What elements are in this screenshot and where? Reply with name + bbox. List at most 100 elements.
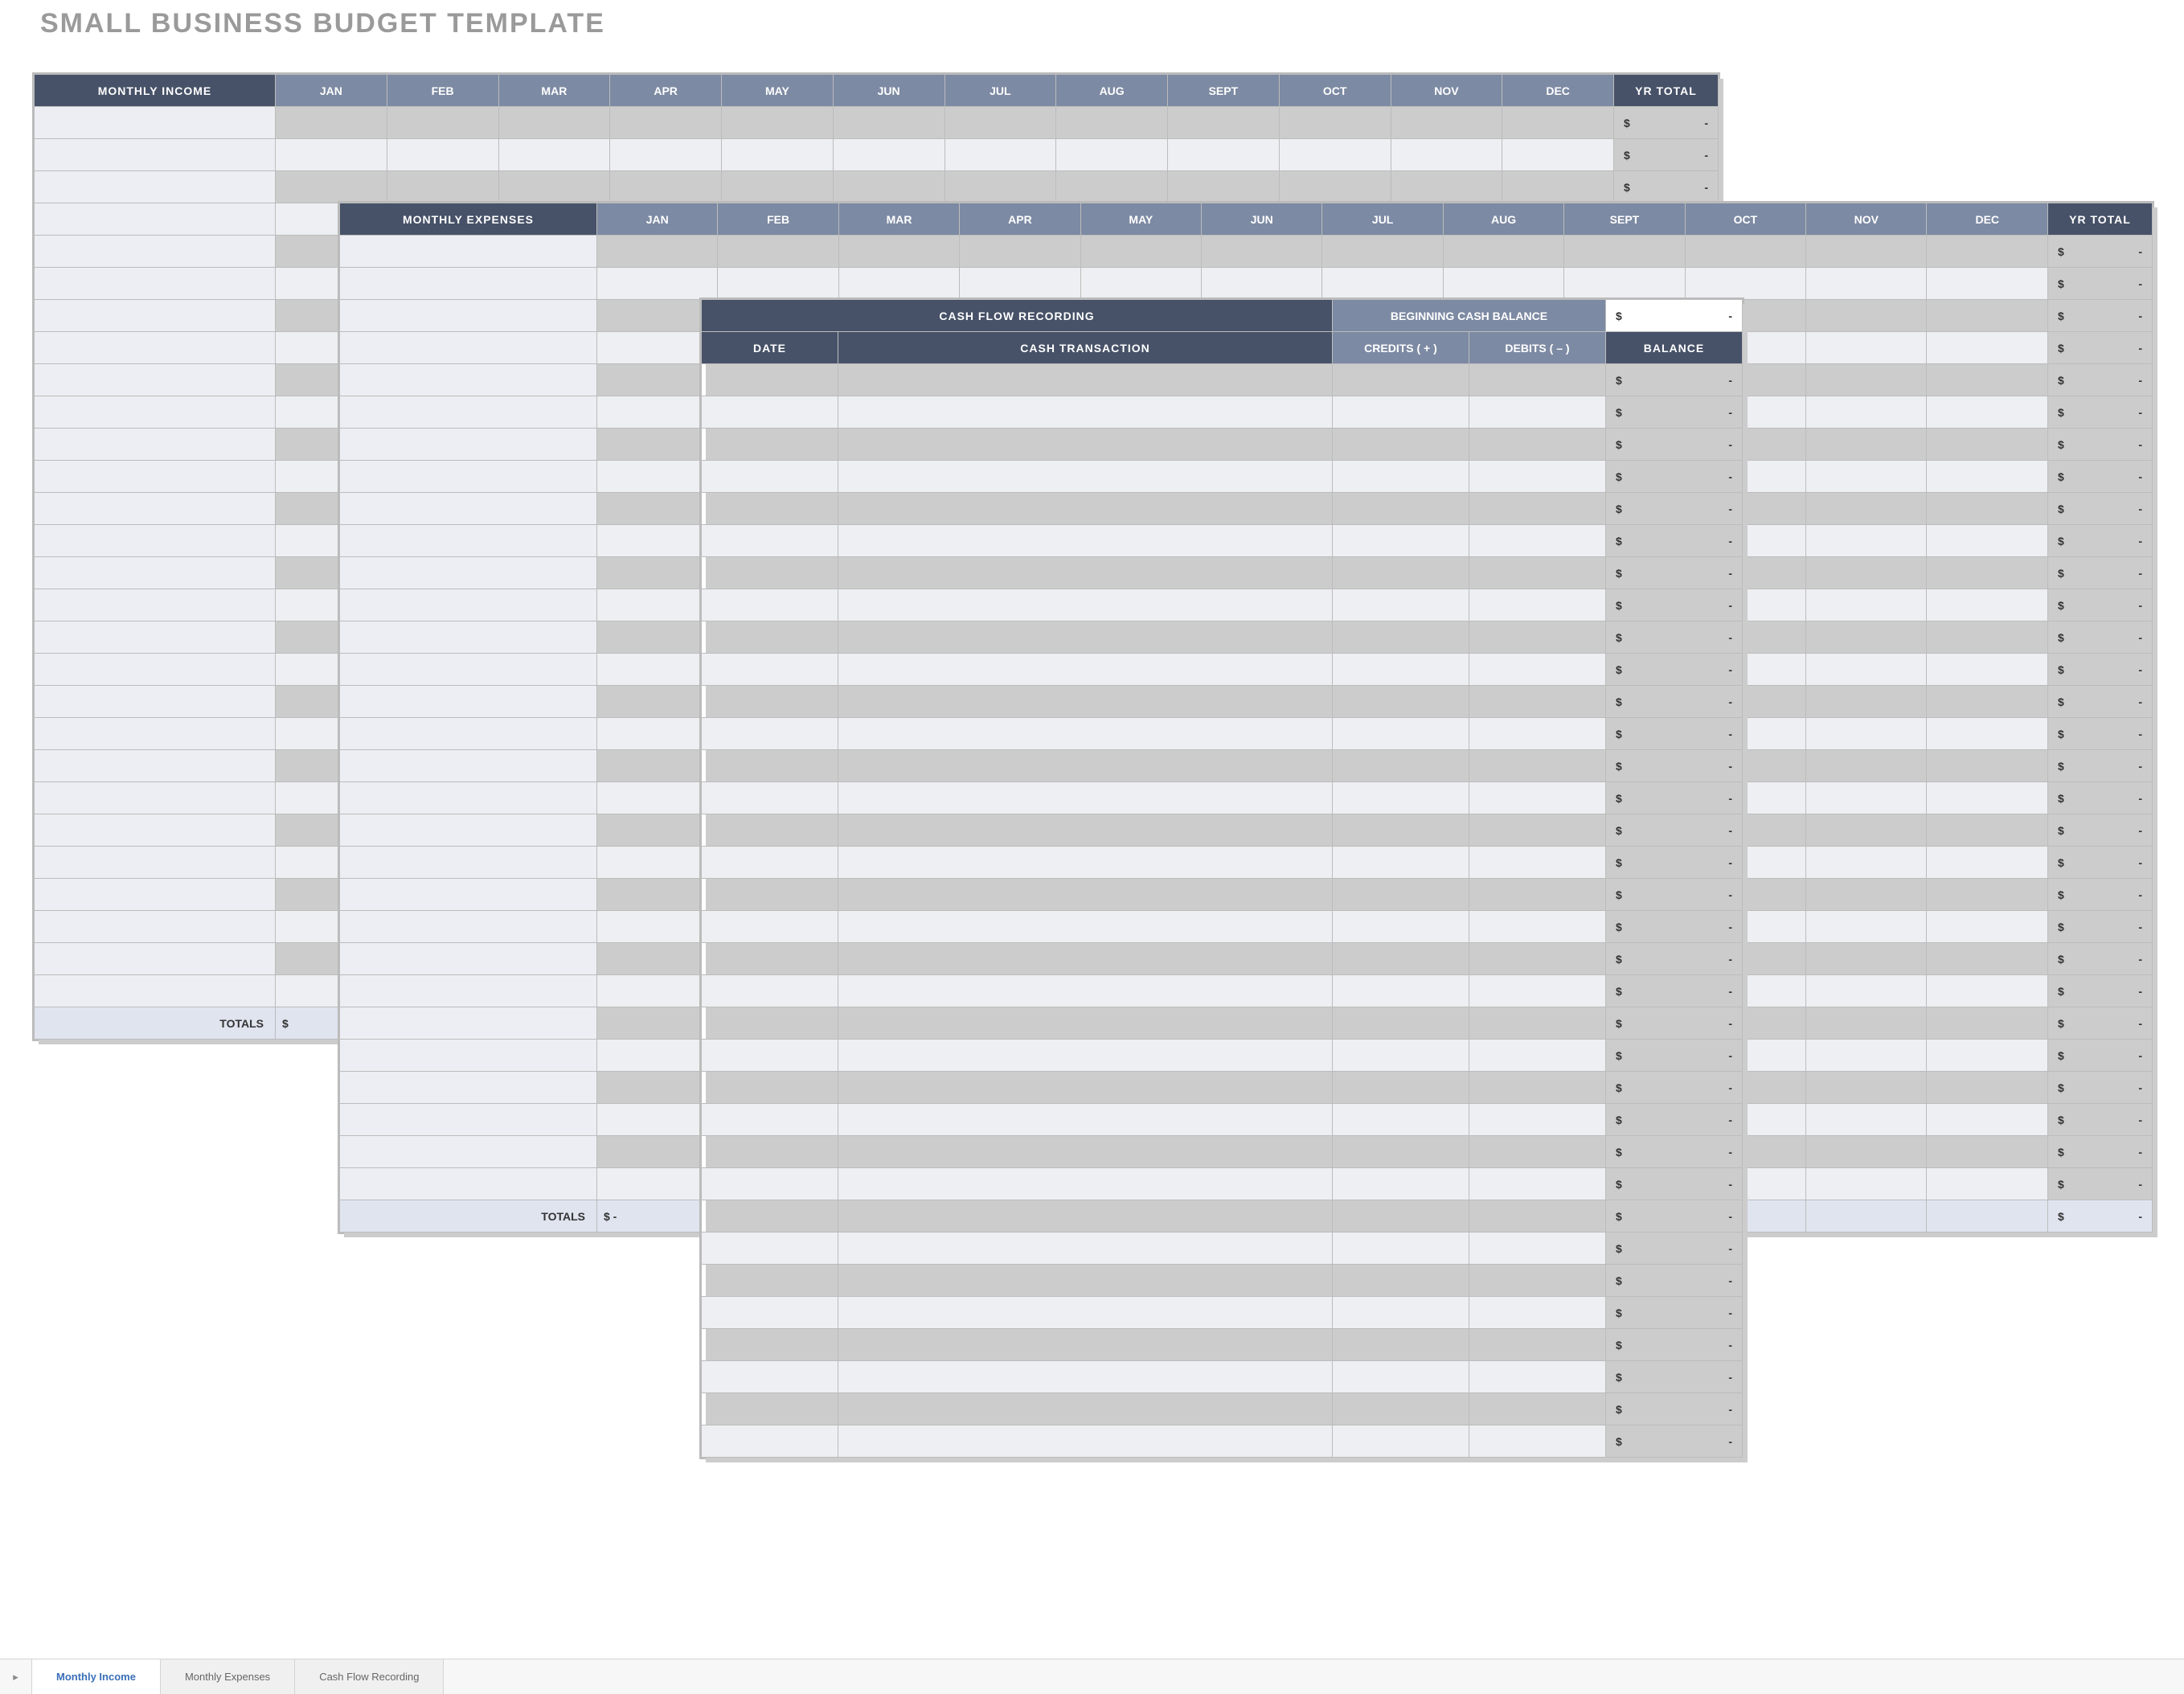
- row-label-cell[interactable]: [35, 332, 276, 364]
- transaction-cell[interactable]: [838, 1265, 1333, 1297]
- data-cell[interactable]: [718, 268, 838, 300]
- data-cell[interactable]: [722, 107, 834, 139]
- row-label-cell[interactable]: [35, 750, 276, 782]
- data-cell[interactable]: [1927, 493, 2048, 525]
- data-cell[interactable]: [833, 171, 944, 203]
- debit-cell[interactable]: [1469, 943, 1605, 975]
- tab-cash-flow-recording[interactable]: Cash Flow Recording: [295, 1659, 444, 1694]
- debit-cell[interactable]: [1469, 1168, 1605, 1200]
- data-cell[interactable]: [1927, 782, 2048, 814]
- data-cell[interactable]: [1927, 1168, 2048, 1200]
- credit-cell[interactable]: [1332, 429, 1469, 461]
- data-cell[interactable]: [944, 107, 1056, 139]
- credit-cell[interactable]: [1332, 1072, 1469, 1104]
- credit-cell[interactable]: [1332, 557, 1469, 589]
- credit-cell[interactable]: [1332, 364, 1469, 396]
- transaction-cell[interactable]: [838, 557, 1333, 589]
- data-cell[interactable]: [838, 236, 959, 268]
- row-label-cell[interactable]: [35, 203, 276, 236]
- data-cell[interactable]: [1806, 1072, 1927, 1104]
- data-cell[interactable]: [1927, 1104, 2048, 1136]
- transaction-cell[interactable]: [838, 1233, 1333, 1265]
- debit-cell[interactable]: [1469, 525, 1605, 557]
- row-label-cell[interactable]: [340, 332, 597, 364]
- data-cell[interactable]: [1927, 557, 2048, 589]
- transaction-cell[interactable]: [838, 1104, 1333, 1136]
- transaction-cell[interactable]: [838, 1297, 1333, 1329]
- date-cell[interactable]: [702, 1265, 838, 1297]
- data-cell[interactable]: [722, 139, 834, 171]
- data-cell[interactable]: [276, 107, 387, 139]
- debit-cell[interactable]: [1469, 654, 1605, 686]
- data-cell[interactable]: [1056, 107, 1168, 139]
- row-label-cell[interactable]: [35, 429, 276, 461]
- debit-cell[interactable]: [1469, 396, 1605, 429]
- credit-cell[interactable]: [1332, 911, 1469, 943]
- data-cell[interactable]: [1391, 139, 1502, 171]
- debit-cell[interactable]: [1469, 1200, 1605, 1233]
- data-cell[interactable]: [1806, 814, 1927, 847]
- row-label-cell[interactable]: [35, 718, 276, 750]
- debit-cell[interactable]: [1469, 879, 1605, 911]
- data-cell[interactable]: [1080, 236, 1201, 268]
- transaction-cell[interactable]: [838, 1007, 1333, 1040]
- data-cell[interactable]: [1806, 911, 1927, 943]
- debit-cell[interactable]: [1469, 1393, 1605, 1425]
- credit-cell[interactable]: [1332, 396, 1469, 429]
- row-label-cell[interactable]: [340, 589, 597, 621]
- data-cell[interactable]: [1806, 847, 1927, 879]
- credit-cell[interactable]: [1332, 525, 1469, 557]
- transaction-cell[interactable]: [838, 911, 1333, 943]
- date-cell[interactable]: [702, 686, 838, 718]
- row-label-cell[interactable]: [35, 814, 276, 847]
- data-cell[interactable]: [1927, 332, 2048, 364]
- credit-cell[interactable]: [1332, 654, 1469, 686]
- row-label-cell[interactable]: [35, 943, 276, 975]
- data-cell[interactable]: [1391, 171, 1502, 203]
- data-cell[interactable]: [1806, 782, 1927, 814]
- debit-cell[interactable]: [1469, 1007, 1605, 1040]
- data-cell[interactable]: [1806, 621, 1927, 654]
- debit-cell[interactable]: [1469, 1361, 1605, 1393]
- transaction-cell[interactable]: [838, 1329, 1333, 1361]
- credit-cell[interactable]: [1332, 1200, 1469, 1233]
- row-label-cell[interactable]: [35, 461, 276, 493]
- data-cell[interactable]: [1927, 300, 2048, 332]
- data-cell[interactable]: [1927, 879, 2048, 911]
- date-cell[interactable]: [702, 718, 838, 750]
- data-cell[interactable]: [1806, 750, 1927, 782]
- credit-cell[interactable]: [1332, 1393, 1469, 1425]
- row-label-cell[interactable]: [340, 364, 597, 396]
- debit-cell[interactable]: [1469, 1329, 1605, 1361]
- data-cell[interactable]: [1806, 525, 1927, 557]
- date-cell[interactable]: [702, 429, 838, 461]
- credit-cell[interactable]: [1332, 461, 1469, 493]
- debit-cell[interactable]: [1469, 686, 1605, 718]
- date-cell[interactable]: [702, 654, 838, 686]
- row-label-cell[interactable]: [35, 847, 276, 879]
- row-label-cell[interactable]: [340, 782, 597, 814]
- credit-cell[interactable]: [1332, 718, 1469, 750]
- data-cell[interactable]: [1806, 396, 1927, 429]
- row-label-cell[interactable]: [35, 654, 276, 686]
- date-cell[interactable]: [702, 750, 838, 782]
- transaction-cell[interactable]: [838, 1168, 1333, 1200]
- data-cell[interactable]: [1927, 268, 2048, 300]
- debit-cell[interactable]: [1469, 461, 1605, 493]
- credit-cell[interactable]: [1332, 814, 1469, 847]
- date-cell[interactable]: [702, 364, 838, 396]
- tab-nav-button[interactable]: ▸: [0, 1659, 32, 1694]
- credit-cell[interactable]: [1332, 1007, 1469, 1040]
- date-cell[interactable]: [702, 975, 838, 1007]
- data-cell[interactable]: [1806, 589, 1927, 621]
- transaction-cell[interactable]: [838, 364, 1333, 396]
- data-cell[interactable]: [610, 107, 722, 139]
- debit-cell[interactable]: [1469, 1297, 1605, 1329]
- data-cell[interactable]: [1927, 589, 2048, 621]
- data-cell[interactable]: [1806, 975, 1927, 1007]
- data-cell[interactable]: [1927, 236, 2048, 268]
- data-cell[interactable]: [1806, 429, 1927, 461]
- debit-cell[interactable]: [1469, 557, 1605, 589]
- data-cell[interactable]: [1322, 268, 1443, 300]
- data-cell[interactable]: [276, 171, 387, 203]
